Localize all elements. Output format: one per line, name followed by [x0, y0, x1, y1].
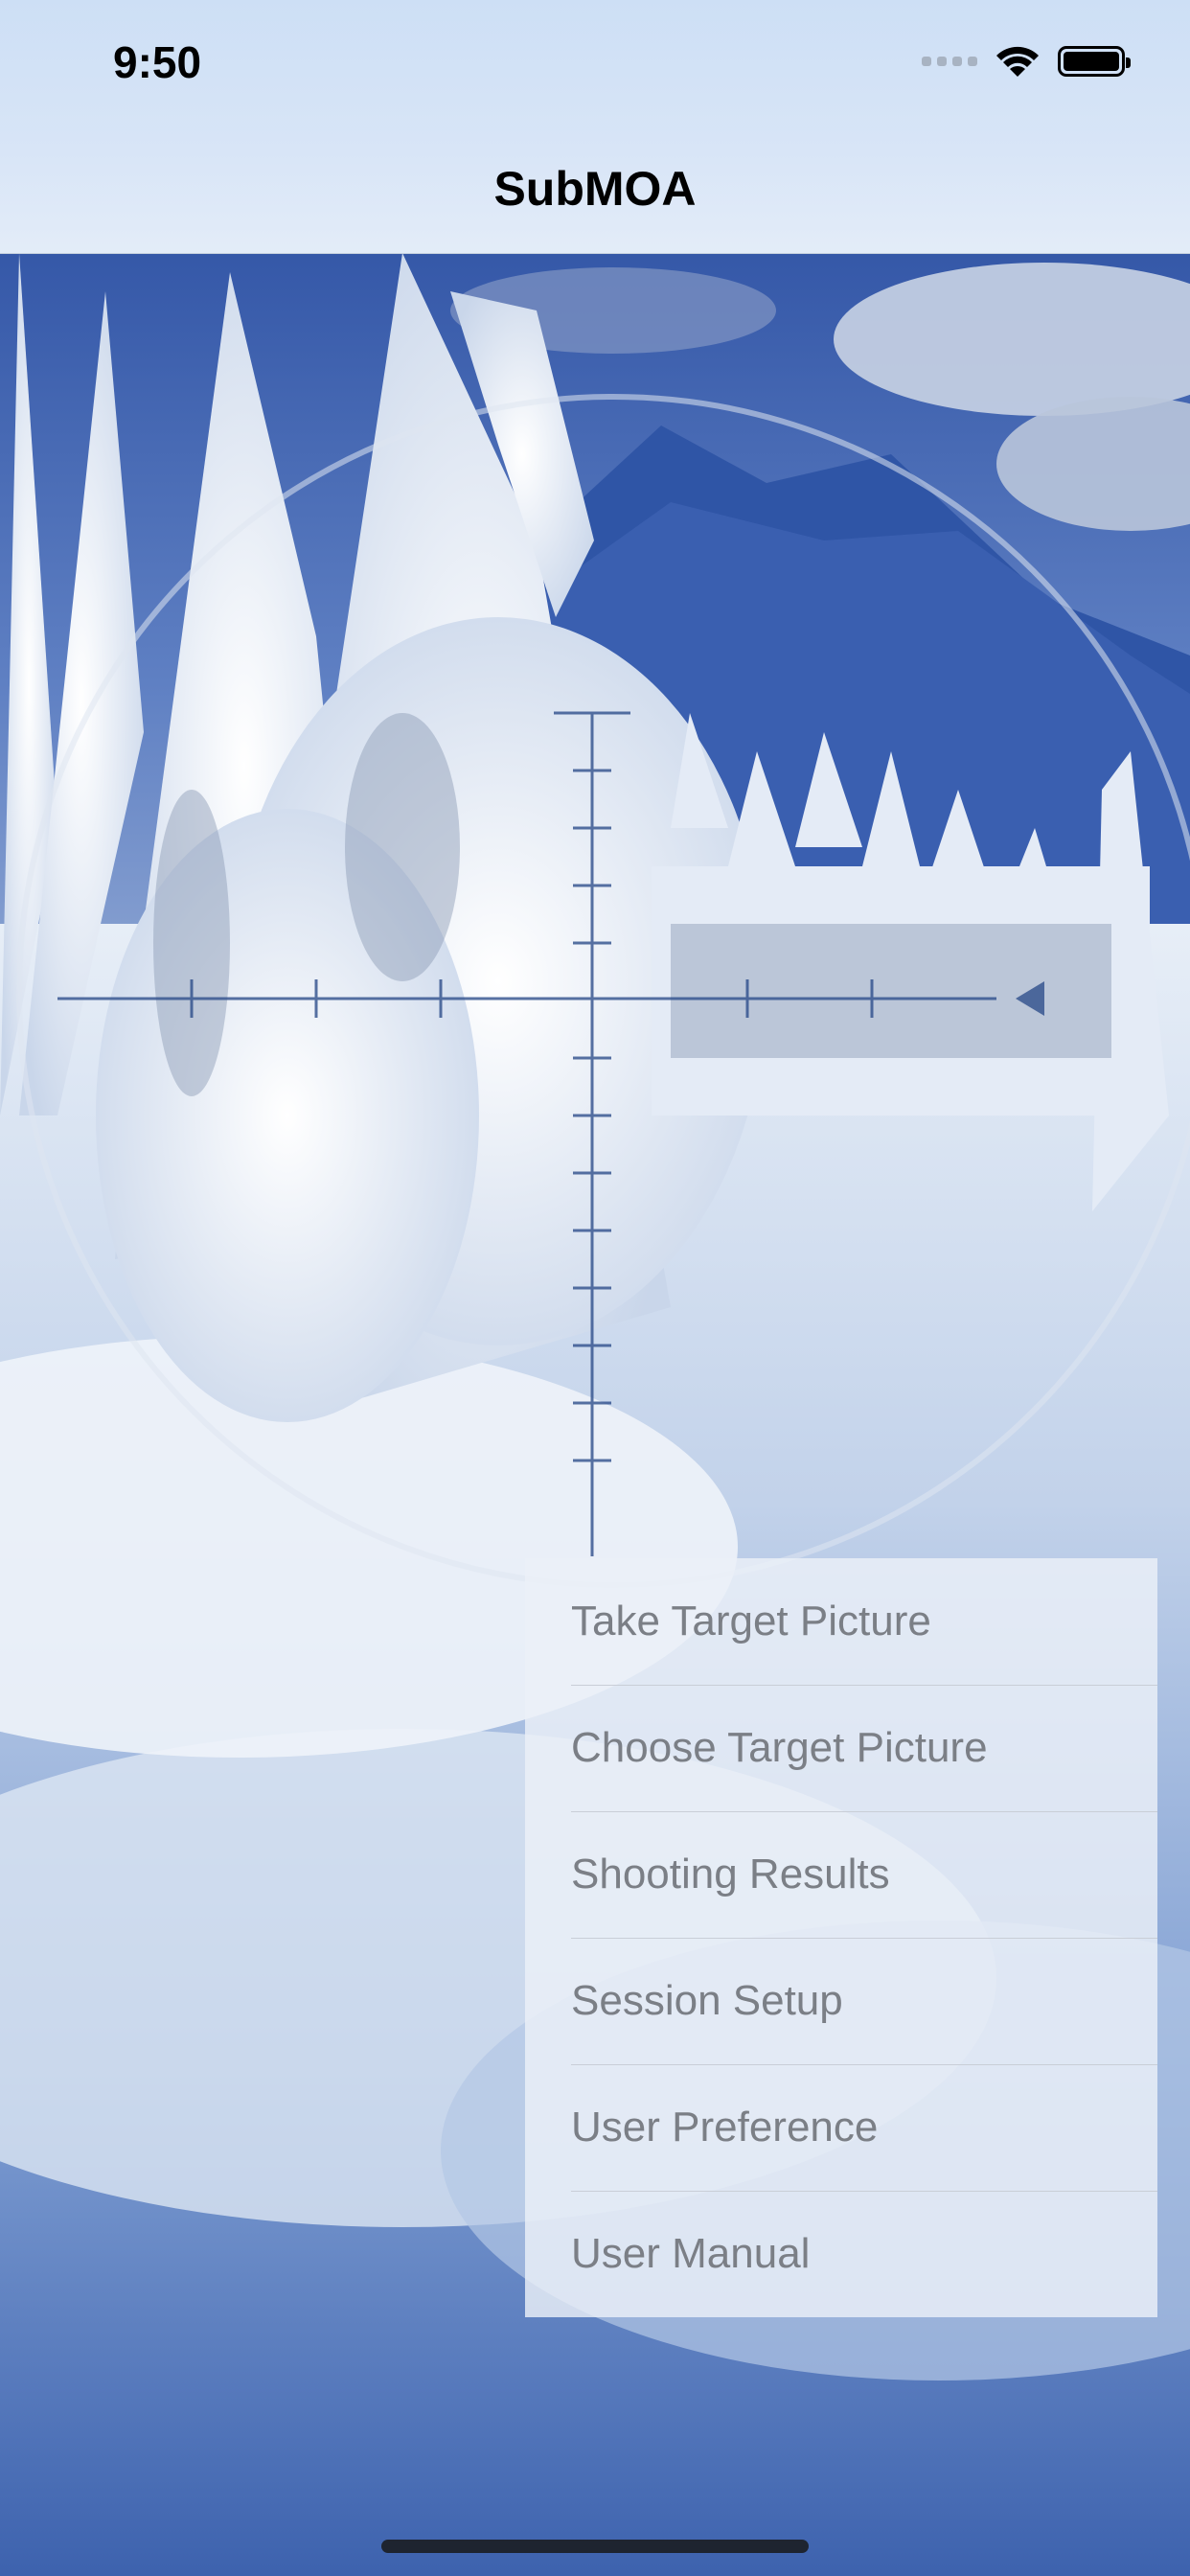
- menu-item-shooting-results[interactable]: Shooting Results: [525, 1811, 1157, 1938]
- main-menu: Take Target Picture Choose Target Pictur…: [525, 1558, 1157, 2317]
- menu-item-choose-target-picture[interactable]: Choose Target Picture: [525, 1685, 1157, 1811]
- wifi-icon: [996, 46, 1039, 77]
- nav-title: SubMOA: [493, 162, 697, 216]
- menu-item-label: Take Target Picture: [571, 1598, 931, 1644]
- menu-item-user-preference[interactable]: User Preference: [525, 2064, 1157, 2191]
- menu-item-take-target-picture[interactable]: Take Target Picture: [525, 1558, 1157, 1685]
- menu-item-label: User Manual: [571, 2230, 811, 2277]
- menu-item-label: User Preference: [571, 2104, 879, 2150]
- status-time: 9:50: [113, 37, 202, 87]
- menu-item-label: Shooting Results: [571, 1851, 890, 1898]
- status-bar: 9:50: [0, 0, 1190, 134]
- status-icons: [922, 42, 1131, 80]
- menu-item-user-manual[interactable]: User Manual: [525, 2191, 1157, 2317]
- menu-item-session-setup[interactable]: Session Setup: [525, 1938, 1157, 2064]
- menu-item-label: Session Setup: [571, 1977, 843, 2024]
- menu-item-label: Choose Target Picture: [571, 1724, 988, 1771]
- cellular-signal-icon: [922, 57, 977, 66]
- home-indicator[interactable]: [381, 2540, 809, 2553]
- battery-icon: [1058, 46, 1131, 77]
